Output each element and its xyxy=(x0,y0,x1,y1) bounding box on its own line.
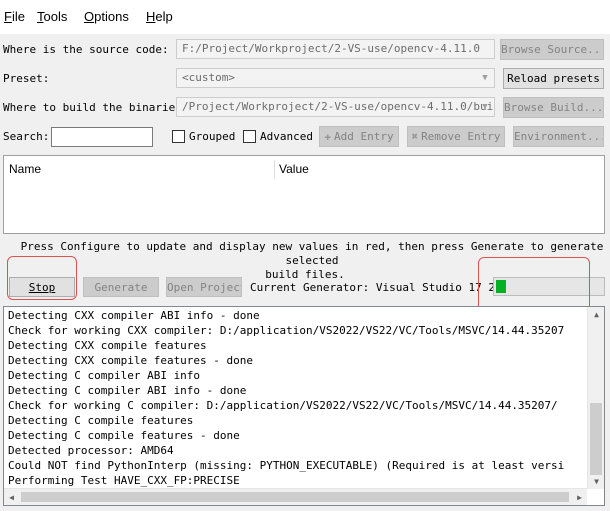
preset-select[interactable]: <custom> ▼ xyxy=(176,68,495,88)
grouped-checkbox[interactable] xyxy=(172,130,185,143)
log-lines: Detecting CXX compiler ABI info - done Ch… xyxy=(8,308,586,488)
menu-options[interactable]: Options xyxy=(84,9,129,24)
advanced-label: Advanced xyxy=(260,130,313,143)
build-path-value: /Project/Workproject/2-VS-use/opencv-4.1… xyxy=(182,100,495,113)
log-line: Detecting C compiler ABI info xyxy=(8,369,201,382)
menu-help-mnemonic: H xyxy=(146,9,156,24)
vertical-scrollbar[interactable]: ▲ ▼ xyxy=(587,307,604,489)
log-line: Detecting C compile features xyxy=(8,414,194,427)
output-log[interactable]: Detecting CXX compiler ABI info - done Ch… xyxy=(3,306,605,506)
source-label: Where is the source code: xyxy=(3,43,169,56)
log-line: Check for working C compiler: D:/applica… xyxy=(8,399,558,412)
build-label: Where to build the binaries: xyxy=(3,101,189,114)
log-line: Detecting CXX compiler ABI info - done xyxy=(8,309,260,322)
generate-button[interactable]: Generate xyxy=(83,277,159,297)
log-line: Detecting C compiler ABI info - done xyxy=(8,384,247,397)
source-path-field[interactable]: F:/Project/Workproject/2-VS-use/opencv-4… xyxy=(176,39,495,59)
menu-file[interactable]: File xyxy=(4,9,25,24)
column-header-value[interactable]: Value xyxy=(274,156,309,183)
menu-file-label: ile xyxy=(11,9,25,24)
plus-icon: ✚ xyxy=(324,130,331,143)
scroll-up-icon[interactable]: ▲ xyxy=(589,307,604,322)
log-line: Detected processor: AMD64 xyxy=(8,444,174,457)
log-line: Could NOT find PythonInterp (missing: PY… xyxy=(8,459,565,472)
remove-entry-button[interactable]: ✖ Remove Entry xyxy=(407,126,505,147)
log-line: Check for working CXX compiler: D:/appli… xyxy=(8,324,565,337)
log-line: Detecting CXX compile features - done xyxy=(8,354,254,367)
menu-bar: File Tools Options Help xyxy=(0,0,610,34)
source-path-value: F:/Project/Workproject/2-VS-use/opencv-4… xyxy=(182,42,481,55)
horizontal-scroll-thumb[interactable] xyxy=(21,492,569,502)
chevron-down-icon: ▼ xyxy=(482,73,488,83)
menu-tools-label: ools xyxy=(43,9,68,24)
cache-variables-table[interactable]: Name Value xyxy=(3,155,605,234)
menu-options-label: ptions xyxy=(94,9,129,24)
menu-file-mnemonic: F xyxy=(4,9,12,24)
advanced-checkbox[interactable] xyxy=(243,130,256,143)
current-generator-text: Current Generator: Visual Studio 17 2022 xyxy=(250,281,515,294)
open-project-button[interactable]: Open Project xyxy=(166,277,242,297)
build-path-select[interactable]: /Project/Workproject/2-VS-use/opencv-4.1… xyxy=(176,97,495,117)
menu-tools[interactable]: Tools xyxy=(37,9,67,24)
menu-help-label: elp xyxy=(155,9,173,24)
menu-options-mnemonic: O xyxy=(84,9,95,24)
log-line: Detecting CXX compile features xyxy=(8,339,207,352)
menu-help[interactable]: Help xyxy=(146,9,173,24)
reload-presets-button[interactable]: Reload presets xyxy=(503,68,604,89)
remove-x-icon: ✖ xyxy=(411,130,419,143)
scroll-left-icon[interactable]: ◀ xyxy=(4,490,19,505)
remove-entry-label: Remove Entry xyxy=(421,130,501,143)
search-label: Search: xyxy=(3,130,50,143)
preset-label: Preset: xyxy=(3,72,50,85)
scroll-right-icon[interactable]: ▶ xyxy=(572,490,587,505)
browse-build-button[interactable]: Browse Build... xyxy=(503,97,604,118)
preset-value: <custom> xyxy=(182,71,235,84)
add-entry-button[interactable]: ✚ Add Entry xyxy=(319,126,399,147)
column-header-name[interactable]: Name xyxy=(4,156,41,183)
stop-button-highlight xyxy=(7,256,77,300)
browse-source-button[interactable]: Browse Source... xyxy=(500,39,604,60)
grouped-label: Grouped xyxy=(189,130,236,143)
search-input[interactable] xyxy=(51,127,153,147)
vertical-scroll-thumb[interactable] xyxy=(590,403,602,475)
environment-button[interactable]: Environment... xyxy=(513,126,604,147)
horizontal-scrollbar[interactable]: ◀ ▶ xyxy=(4,488,587,505)
add-entry-label: Add Entry xyxy=(334,130,394,143)
scroll-down-icon[interactable]: ▼ xyxy=(589,474,604,489)
log-line: Performing Test HAVE_CXX_FP:PRECISE xyxy=(8,474,240,487)
log-line: Detecting C compile features - done xyxy=(8,429,240,442)
chevron-down-icon: ▼ xyxy=(482,102,488,112)
